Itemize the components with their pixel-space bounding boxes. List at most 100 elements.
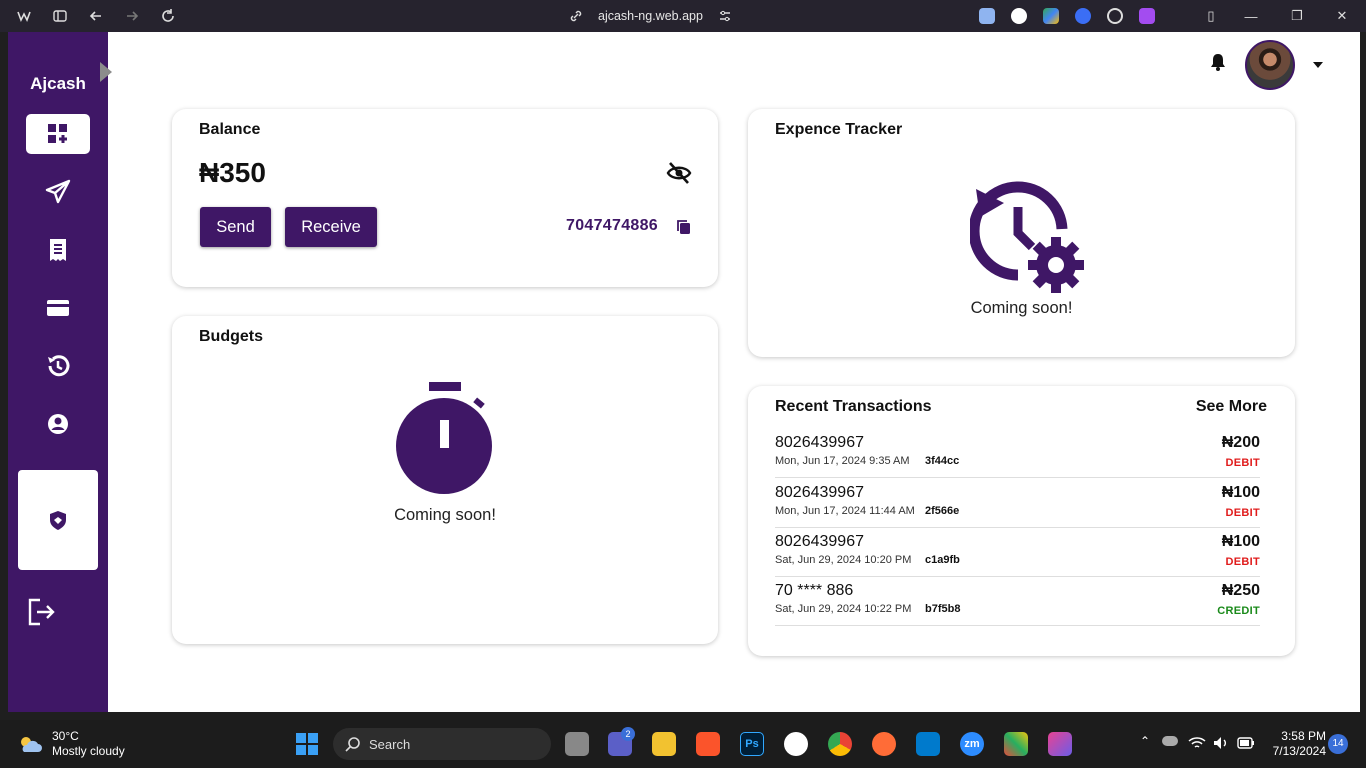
brave-icon[interactable] <box>696 732 720 756</box>
dashboard-icon <box>48 124 67 143</box>
receive-button[interactable]: Receive <box>285 207 377 247</box>
transaction-row[interactable]: 8026439967 Mon, Jun 17, 2024 11:44 AM 2f… <box>775 479 1260 528</box>
balance-card: Balance ₦350 Send Receive 7047474886 <box>172 109 718 287</box>
budgets-coming-soon: Coming soon! <box>394 506 496 524</box>
weather-temperature: 30°C <box>52 729 79 743</box>
main-content: Balance ₦350 Send Receive 7047474886 Bud… <box>108 32 1360 712</box>
address-bar[interactable]: ajcash-ng.web.app <box>568 8 733 24</box>
transaction-number: 70 **** 886 <box>775 582 854 599</box>
teams-badge: 2 <box>621 727 635 741</box>
nav-dashboard[interactable] <box>26 114 90 154</box>
transaction-type: DEBIT <box>1225 507 1260 519</box>
nav-profile[interactable] <box>26 404 90 444</box>
back-icon[interactable] <box>88 8 104 24</box>
transaction-amount: ₦250 <box>1221 582 1260 599</box>
receipt-icon <box>50 239 66 261</box>
transaction-ref: c1a9fb <box>925 554 960 566</box>
close-icon[interactable]: ✕ <box>1334 8 1350 24</box>
history-settings-icon <box>970 181 1084 293</box>
nav-receipts[interactable] <box>26 230 90 270</box>
wifi-icon[interactable] <box>1188 736 1206 750</box>
transaction-date: Sat, Jun 29, 2024 10:20 PM <box>775 554 912 566</box>
workspaces-icon[interactable] <box>16 8 32 24</box>
extension-w-icon[interactable] <box>1011 8 1027 24</box>
transaction-amount: ₦100 <box>1221 533 1260 550</box>
minimize-icon[interactable]: — <box>1243 8 1259 24</box>
windows-taskbar: 30°C Mostly cloudy Search 2 Ps zm ⌃ 3:58… <box>0 720 1366 768</box>
nav-history[interactable] <box>26 346 90 386</box>
weather-condition: Mostly cloudy <box>52 744 125 758</box>
zoom-icon[interactable]: zm <box>960 732 984 756</box>
weather-widget[interactable]: 30°C Mostly cloudy <box>18 729 125 759</box>
transaction-date: Mon, Jun 17, 2024 11:44 AM <box>775 505 915 517</box>
extension-doc-icon[interactable] <box>979 8 995 24</box>
transaction-row[interactable]: 70 **** 886 Sat, Jun 29, 2024 10:22 PM b… <box>775 577 1260 626</box>
logout-button[interactable] <box>26 596 58 628</box>
extension-target-icon[interactable] <box>1107 8 1123 24</box>
chrome-icon[interactable] <box>828 732 852 756</box>
notification-bell-icon[interactable] <box>1208 52 1228 72</box>
account-icon <box>48 414 68 434</box>
transaction-row[interactable]: 8026439967 Sat, Jun 29, 2024 10:20 PM c1… <box>775 528 1260 577</box>
link-icon <box>570 10 582 22</box>
sidebar: Ajcash <box>8 32 112 712</box>
file-explorer-icon[interactable] <box>652 732 676 756</box>
mongodb-icon[interactable] <box>784 732 808 756</box>
vscode-icon[interactable] <box>916 732 940 756</box>
forward-icon[interactable] <box>124 8 140 24</box>
clock[interactable]: 3:58 PM 7/13/2024 <box>1266 729 1326 759</box>
volume-icon[interactable] <box>1213 736 1229 750</box>
site-settings-icon[interactable] <box>717 8 733 24</box>
security-card[interactable] <box>18 470 98 570</box>
refresh-icon[interactable] <box>160 8 176 24</box>
transaction-amount: ₦100 <box>1221 484 1260 501</box>
history-icon <box>48 355 70 377</box>
avatar[interactable] <box>1245 40 1295 90</box>
transaction-number: 8026439967 <box>775 484 864 501</box>
windows-start-icon[interactable] <box>296 733 318 755</box>
nav-cards[interactable] <box>26 288 90 328</box>
account-number: 7047474886 <box>566 217 658 234</box>
clock-time: 3:58 PM <box>1281 729 1326 743</box>
arc-browser-icon[interactable] <box>1048 732 1072 756</box>
extension-multicolor-icon[interactable] <box>1043 8 1059 24</box>
chevron-up-icon[interactable]: ⌃ <box>1140 734 1150 748</box>
transaction-ref: 3f44cc <box>925 455 960 467</box>
git-icon[interactable] <box>1004 732 1028 756</box>
app-window: Ajcash Balance ₦350 Send Receive 7047474… <box>8 32 1360 712</box>
nav-send[interactable] <box>26 172 90 212</box>
postman-icon[interactable] <box>872 732 896 756</box>
chevron-down-icon[interactable] <box>1313 62 1323 68</box>
expense-coming-soon: Coming soon! <box>970 299 1073 317</box>
budgets-card: Budgets Coming soon! <box>172 316 718 644</box>
taskbar-search[interactable]: Search <box>333 728 551 760</box>
extension-blue-icon[interactable] <box>1075 8 1091 24</box>
sidebar-toggle-icon[interactable] <box>52 8 68 24</box>
transaction-type: CREDIT <box>1217 605 1260 617</box>
notification-count-badge[interactable]: 14 <box>1328 734 1348 754</box>
transaction-ref: 2f566e <box>925 505 960 517</box>
url-text: ajcash-ng.web.app <box>598 9 703 23</box>
transaction-row[interactable]: 8026439967 Mon, Jun 17, 2024 9:35 AM 3f4… <box>775 429 1260 478</box>
copy-icon[interactable] <box>676 219 692 235</box>
shield-icon <box>50 511 66 530</box>
transaction-amount: ₦200 <box>1221 434 1260 451</box>
search-icon <box>345 737 360 752</box>
hide-balance-icon[interactable] <box>666 161 692 185</box>
transaction-type: DEBIT <box>1225 556 1260 568</box>
photoshop-icon[interactable]: Ps <box>740 732 764 756</box>
onedrive-icon[interactable] <box>1162 736 1178 746</box>
expense-tracker-card: Expence Tracker Coming soon! <box>748 109 1295 357</box>
see-more-link[interactable]: See More <box>1196 398 1267 416</box>
transaction-number: 8026439967 <box>775 434 864 451</box>
split-view-icon[interactable]: ▯ <box>1203 8 1219 24</box>
transactions-title: Recent Transactions <box>775 398 932 415</box>
send-button[interactable]: Send <box>200 207 271 247</box>
battery-icon[interactable] <box>1237 737 1255 749</box>
stopwatch-icon <box>396 382 492 494</box>
transaction-type: DEBIT <box>1225 457 1260 469</box>
restore-icon[interactable]: ❐ <box>1289 8 1305 24</box>
extension-purple-icon[interactable] <box>1139 8 1155 24</box>
transaction-number: 8026439967 <box>775 533 864 550</box>
task-view-icon[interactable] <box>565 732 589 756</box>
